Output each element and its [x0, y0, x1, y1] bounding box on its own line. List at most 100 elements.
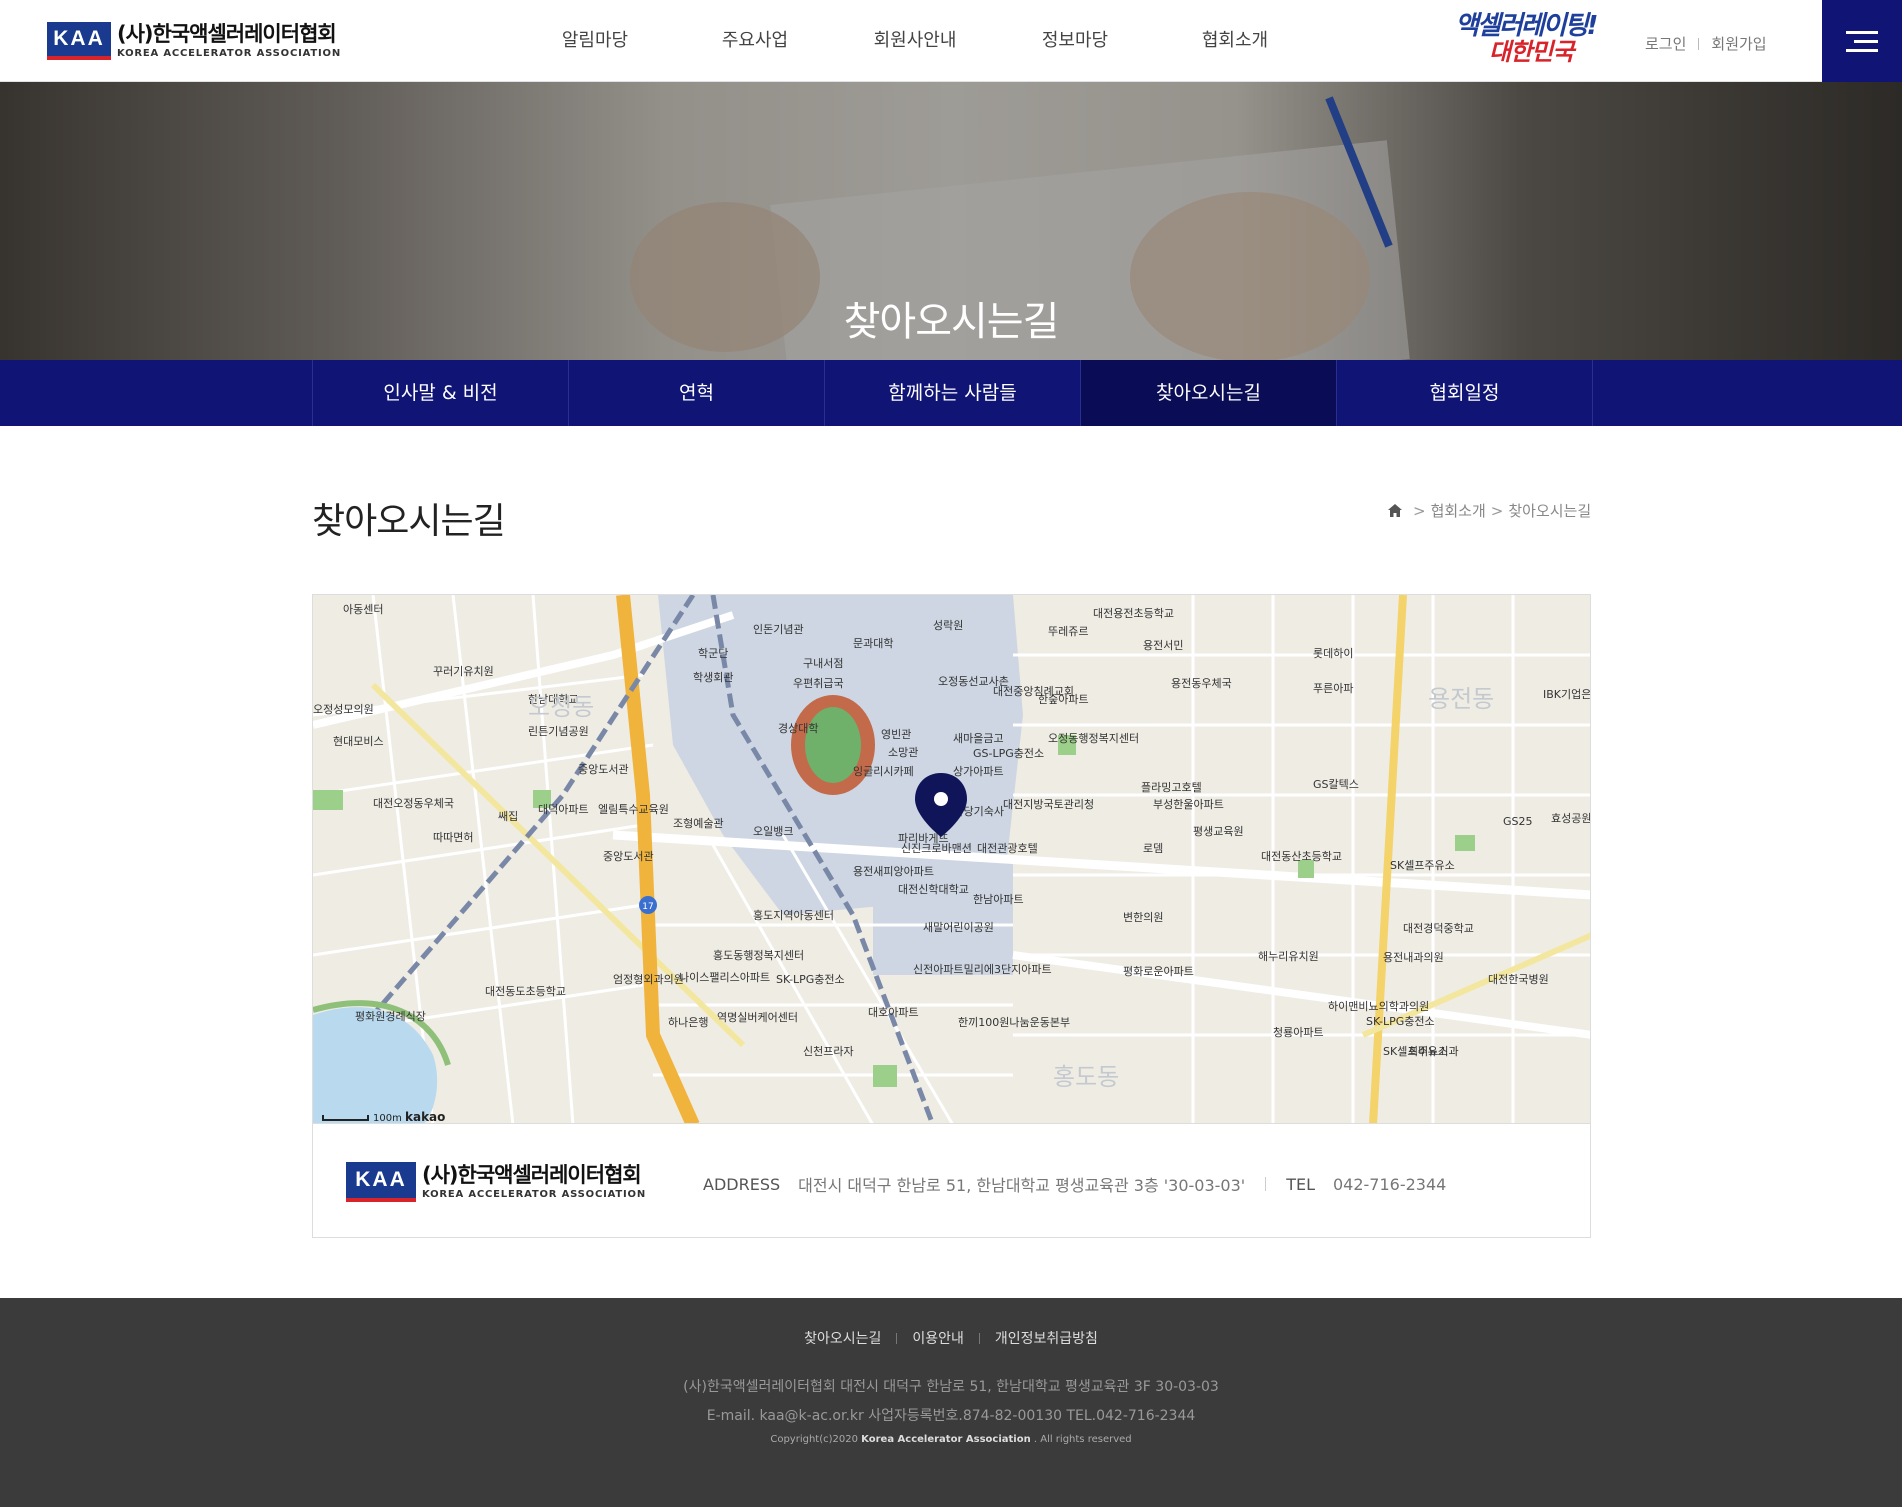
footer-links: 찾아오시는길 이용안내 개인정보취급방침 — [0, 1328, 1902, 1348]
divider — [896, 1332, 898, 1344]
home-icon[interactable] — [1388, 504, 1402, 517]
map-poi-label: 대호아파트 — [868, 1006, 919, 1019]
tel-value: 042-716-2344 — [1332, 1174, 1447, 1194]
sub-nav-schedule[interactable]: 협회일정 — [1337, 360, 1593, 426]
location-map[interactable]: 아동센터 인돈기념관 문과대학 성락원 뚜레쥬르 대전용전초등학교 용전서민 롯데하이 학군단 구… — [312, 594, 1591, 1124]
map-area-name: 홍도동 — [1053, 1063, 1119, 1091]
map-poi-label: 잉글리시카페 — [853, 765, 914, 778]
join-link[interactable]: 회원가입 — [1711, 33, 1766, 54]
map-poi-label: 따따면허 — [433, 831, 473, 844]
map-poi-label: 엄정형외과의원 — [613, 973, 684, 986]
map-poi-label: 홍도지역아동센터 — [753, 908, 834, 922]
kakao-logo: kakao — [405, 1110, 445, 1124]
logo-mark-text: KAA — [53, 27, 105, 50]
address-info: ADDRESS 대전시 대덕구 한남로 51, 한남대학교 평생교육관 3층 '… — [703, 1172, 1446, 1196]
park — [873, 1065, 897, 1087]
sub-nav: 인사말 & 비전 연혁 함께하는 사람들 찾아오시는길 협회일정 — [0, 360, 1902, 426]
logo-mark-text: KAA — [355, 1168, 407, 1191]
map-poi-label: 대덕아파트 — [538, 803, 589, 816]
map-poi-label: 효성공원 — [1551, 812, 1591, 825]
map-poi-label: 대전오정동우체국 — [373, 797, 454, 810]
map-poi-label: 평화로운아파트 — [1123, 965, 1194, 978]
map-poi-label: 뚜레쥬르 — [1048, 625, 1088, 638]
map-poi-label: 대전동산초등학교 — [1261, 850, 1342, 863]
map-poi-label: 용전내과의원 — [1383, 951, 1444, 964]
map-poi-label: 신전아파트밀리에3단지아파트 — [913, 963, 1052, 976]
site-footer: 찾아오시는길 이용안내 개인정보취급방침 (사)한국액셀러레이터협회 대전시 대… — [0, 1298, 1902, 1507]
map-poi-label: 용전서민 — [1143, 639, 1183, 652]
map-poi-label: 변한의원 — [1123, 911, 1163, 924]
sub-nav-people[interactable]: 함께하는 사람들 — [825, 360, 1081, 426]
map-poi-label: 대전동도초등학교 — [485, 985, 566, 998]
map-poi-label: SK셀프주유소 — [1390, 859, 1455, 872]
page-title: 찾아오시는길 — [312, 501, 506, 542]
map-poi-label: 문과대학 — [853, 637, 893, 650]
divider — [1265, 1177, 1267, 1191]
breadcrumb: > 협회소개 > 찾아오시는길 — [1388, 500, 1591, 521]
map-poi-label: 신진크로바맨션 — [901, 842, 972, 855]
map-poi-label: 한끼100원나눔운동본부 — [958, 1016, 1070, 1029]
slogan-logo: 액셀러레이팅! 대한민국 — [1455, 12, 1605, 72]
map-area-name: 오정동 — [528, 693, 594, 721]
hamburger-icon — [1846, 30, 1878, 34]
sub-nav-history[interactable]: 연혁 — [569, 360, 825, 426]
hero-banner: 찾아오시는길 — [0, 82, 1902, 360]
park — [1455, 835, 1475, 851]
main-nav-business[interactable]: 주요사업 — [675, 0, 835, 82]
map-poi-label: 대전용전초등학교 — [1093, 607, 1174, 620]
map-poi-label: GS칼텍스 — [1313, 778, 1359, 791]
main-nav-info[interactable]: 정보마당 — [995, 0, 1155, 82]
map-poi-label: 학생회관 — [693, 671, 733, 684]
map-poi-label: 오정성모의원 — [313, 703, 374, 716]
hamburger-menu-button[interactable] — [1822, 0, 1902, 82]
sub-nav-directions[interactable]: 찾아오시는길 — [1081, 360, 1337, 426]
map-area-name: 용전동 — [1428, 685, 1494, 713]
main-nav-about[interactable]: 협회소개 — [1155, 0, 1315, 82]
map-poi-label: 대전경덕중학교 — [1403, 922, 1474, 935]
footer-link-privacy[interactable]: 개인정보취급방침 — [995, 1328, 1098, 1348]
map-poi-label: 신천프라자 — [803, 1044, 854, 1058]
sub-nav-greeting[interactable]: 인사말 & 비전 — [313, 360, 569, 426]
map-poi-label: 현대모비스 — [333, 735, 384, 748]
map-canvas[interactable]: 아동센터인돈기념관문과대학 성락원 뚜레쥬르 대전용전초등학교용전서민롯데하이 학군단구… — [313, 595, 1591, 1124]
map-poi-label: 평생교육원 — [1193, 825, 1244, 838]
logo-korean-name: (사)한국액셀러레이터협회 — [117, 21, 337, 46]
map-poi-label: 로뎀 — [1143, 842, 1163, 855]
map-poi-label: 대전관광호텔 — [977, 842, 1038, 855]
map-poi-label: 린튼기념공원 — [528, 725, 589, 738]
map-poi-label: 대전한국병원 — [1488, 973, 1549, 986]
hamburger-icon — [1846, 48, 1878, 52]
map-poi-label: SK-LPG충전소 — [776, 973, 845, 986]
footer-link-terms[interactable]: 이용안내 — [912, 1328, 964, 1348]
map-poi-label: 학군단 — [698, 647, 728, 660]
map-poi-label: 플라밍고호텔 — [1141, 781, 1202, 794]
login-link[interactable]: 로그인 — [1645, 33, 1686, 54]
map-poi-label: 역명실버케어센터 — [717, 1011, 798, 1024]
main-nav-members[interactable]: 회원사안내 — [835, 0, 995, 82]
map-poi-label: 소망관 — [888, 746, 918, 759]
map-poi-label: 오일뱅크 — [753, 824, 793, 838]
map-poi-label: SK-LPG충전소 — [1366, 1015, 1435, 1028]
site-logo[interactable]: KAA (사)한국액셀러레이터협회 KOREA ACCELERATOR ASSO… — [47, 22, 341, 60]
map-poi-label: 최비뇨기과 — [1408, 1045, 1459, 1058]
address-value: 대전시 대덕구 한남로 51, 한남대학교 평생교육관 3층 '30-03-03… — [798, 1176, 1246, 1195]
map-poi-label: 푸른아파 — [1313, 682, 1353, 695]
map-poi-label: 나이스팰리스아파트 — [679, 971, 770, 984]
map-poi-label: 중앙도서관 — [578, 763, 629, 776]
breadcrumb-about[interactable]: 협회소개 — [1431, 500, 1486, 521]
footer-contact: E-mail. kaa@k-ac.or.kr 사업자등록번호.874-82-00… — [706, 1408, 1196, 1424]
highway-number: 17 — [642, 902, 653, 912]
address-box: KAA (사)한국액셀러레이터협회 KOREA ACCELERATOR ASSO… — [312, 1124, 1591, 1238]
footer-link-directions[interactable]: 찾아오시는길 — [804, 1328, 881, 1348]
map-poi-label: 인돈기념관 — [753, 623, 804, 636]
footer-copyright: Copyright(c)2020 Korea Accelerator Assoc… — [0, 1434, 1902, 1445]
address-label: ADDRESS — [703, 1174, 781, 1194]
map-poi-label: 대전지방국토관리청 — [1003, 798, 1094, 811]
map-poi-label: 하나은행 — [668, 1015, 708, 1029]
logo-english-name: KOREA ACCELERATOR ASSOCIATION — [117, 47, 342, 59]
map-poi-label: 해누리유치원 — [1258, 949, 1319, 963]
park — [313, 790, 343, 810]
map-poi-label: 새마을금고 — [953, 732, 1004, 745]
main-nav-notice[interactable]: 알림마당 — [515, 0, 675, 82]
map-poi-label: 롯데하이 — [1313, 646, 1353, 660]
